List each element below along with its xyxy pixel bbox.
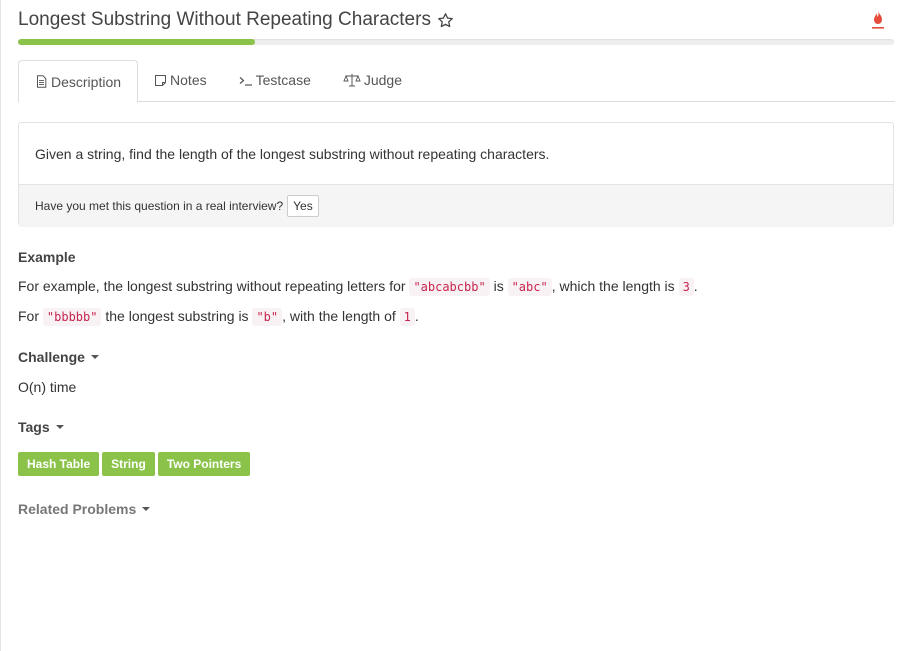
star-icon[interactable]	[437, 12, 454, 29]
scale-icon	[343, 74, 361, 87]
caret-down-icon	[55, 425, 64, 429]
interview-question: Have you met this question in a real int…	[35, 199, 284, 213]
fire-icon[interactable]	[870, 10, 886, 30]
example-code: "b"	[252, 308, 283, 326]
example-text: the longest substring is	[101, 308, 253, 324]
tab-bar: Description Notes Testcase Judge	[18, 60, 895, 103]
tab-judge[interactable]: Judge	[327, 60, 418, 100]
progress-bar	[18, 39, 894, 45]
tab-label: Testcase	[255, 72, 311, 88]
example-code: "bbbbb"	[42, 308, 102, 326]
example-code: 3	[678, 278, 694, 296]
example-text: is	[489, 278, 508, 294]
problem-statement: Given a string, find the length of the l…	[35, 145, 550, 162]
tab-label: Description	[51, 73, 122, 90]
example-code: "abcabcbb"	[409, 278, 490, 296]
problem-title: Longest Substring Without Repeating Char…	[18, 9, 431, 30]
problem-header: Longest Substring Without Repeating Char…	[18, 8, 894, 32]
terminal-icon	[239, 76, 252, 86]
tags-heading: Tags	[18, 419, 50, 435]
challenge-text: O(n) time	[18, 379, 77, 395]
tab-notes[interactable]: Notes	[138, 60, 223, 100]
caret-down-icon	[90, 355, 99, 359]
challenge-heading: Challenge	[18, 349, 85, 365]
tag-list: Hash Table String Two Pointers	[18, 452, 251, 476]
tag-hash-table[interactable]: Hash Table	[18, 452, 100, 476]
example-line-2: For "bbbbb" the longest substring is "b"…	[18, 308, 419, 326]
related-problems-heading: Related Problems	[18, 501, 137, 517]
example-heading-label: Example	[18, 249, 76, 265]
yes-button[interactable]: Yes	[287, 195, 319, 217]
related-problems-toggle[interactable]: Related Problems	[18, 501, 151, 517]
tags-toggle[interactable]: Tags	[18, 419, 64, 435]
example-heading: Example	[18, 249, 76, 265]
example-line-1: For example, the longest substring witho…	[18, 278, 698, 296]
tab-label: Notes	[170, 72, 207, 88]
example-text: For	[18, 308, 43, 324]
example-code: "abc"	[507, 278, 552, 296]
tab-description[interactable]: Description	[18, 60, 139, 103]
example-text: .	[693, 278, 698, 294]
example-code: 1	[399, 308, 415, 326]
example-text: , which the length is	[551, 278, 679, 294]
tab-testcase[interactable]: Testcase	[223, 60, 327, 100]
tab-label: Judge	[363, 72, 403, 88]
tag-two-pointers[interactable]: Two Pointers	[157, 452, 251, 476]
caret-down-icon	[142, 507, 151, 511]
interview-prompt: Have you met this question in a real int…	[19, 184, 893, 227]
challenge-toggle[interactable]: Challenge	[18, 349, 99, 365]
document-icon	[37, 75, 47, 88]
description-panel: Given a string, find the length of the l…	[18, 122, 894, 227]
example-text: For example, the longest substring witho…	[18, 278, 410, 294]
progress-fill	[18, 39, 255, 45]
note-icon	[155, 74, 167, 86]
example-text: , with the length of	[282, 308, 400, 324]
example-text: .	[414, 308, 419, 324]
tag-string[interactable]: String	[102, 452, 155, 476]
